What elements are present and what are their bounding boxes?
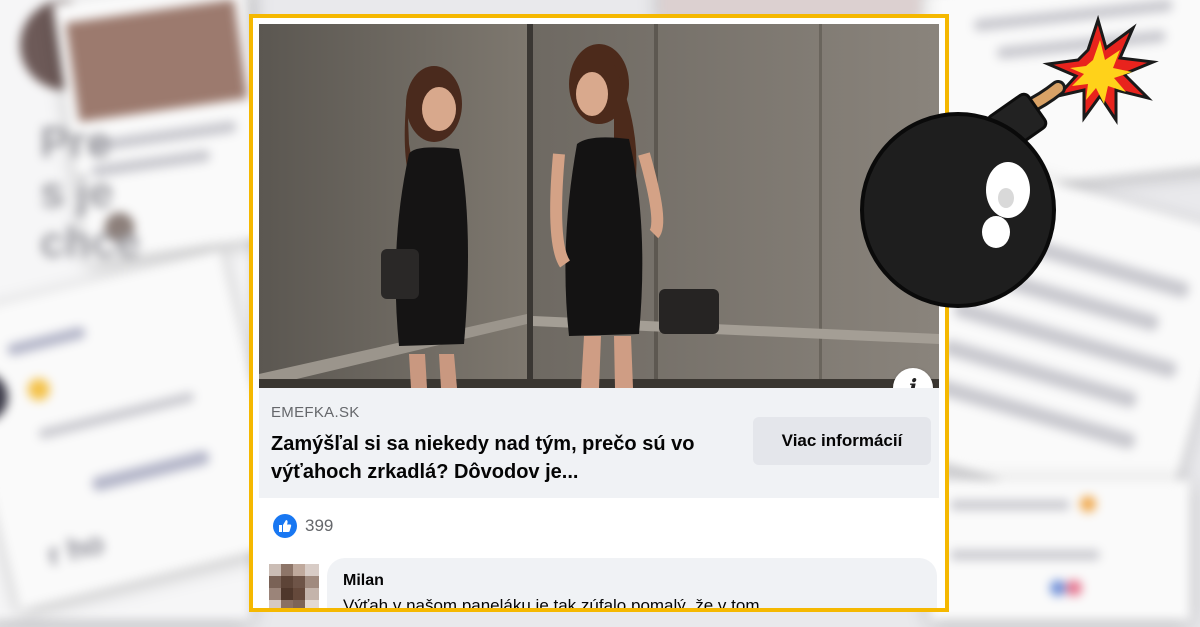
elevator-photo (259, 24, 939, 388)
like-count: 399 (305, 516, 334, 535)
facebook-post: i EMEFKA.SK Zamýšľal si sa niekedy nad t… (249, 14, 949, 612)
link-headline[interactable]: Zamýšľal si sa niekedy nad tým, prečo sú… (271, 430, 701, 486)
more-info-button[interactable]: Viac informácií (753, 417, 931, 465)
like-icon (273, 514, 297, 538)
reaction-summary[interactable]: 399 (273, 514, 333, 538)
link-domain: EMEFKA.SK (271, 404, 360, 421)
link-preview[interactable]: EMEFKA.SK Zamýšľal si sa niekedy nad tým… (259, 388, 939, 498)
comment: Milan Výťah v našom paneláku je tak zúfa… (259, 556, 939, 612)
comment-text: Výťah v našom paneláku je tak zúfalo pom… (343, 596, 760, 612)
comment-author[interactable]: Milan (343, 572, 384, 590)
avatar[interactable] (269, 564, 319, 608)
comment-bubble: Milan Výťah v našom paneláku je tak zúfa… (327, 558, 937, 612)
bomb-icon (860, 14, 1159, 308)
post-image[interactable] (259, 24, 939, 388)
